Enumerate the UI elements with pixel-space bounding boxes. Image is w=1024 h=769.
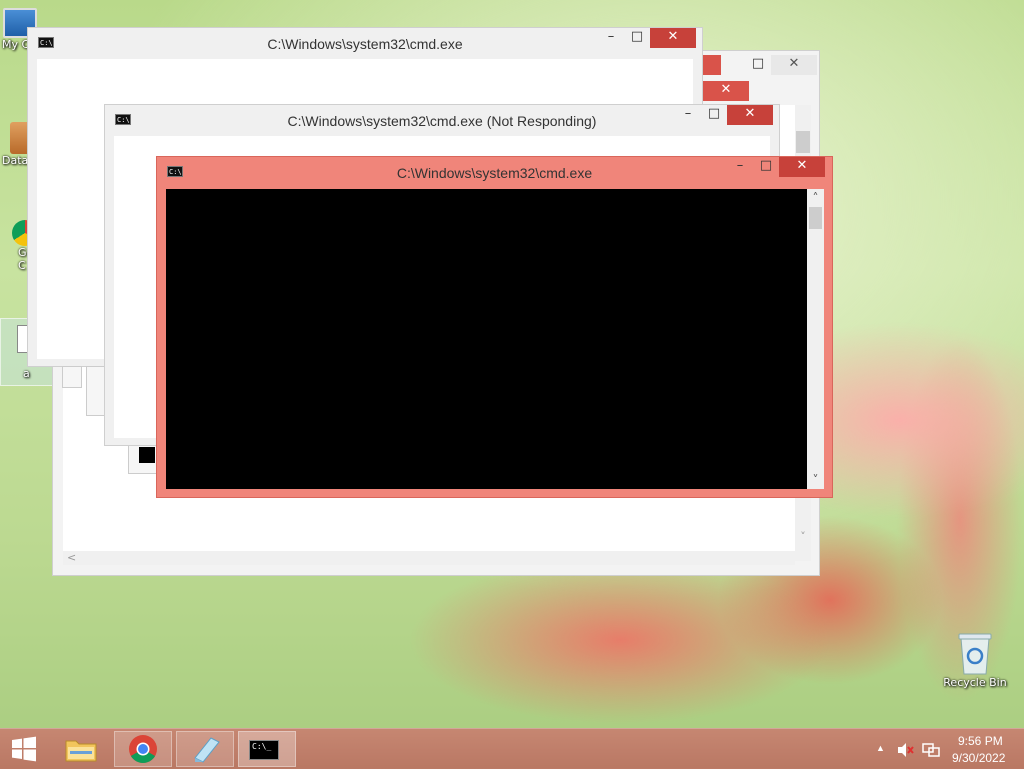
ghost-maximize-button[interactable]: □	[745, 55, 771, 75]
close-button[interactable]: ✕	[727, 105, 773, 125]
ghost-close-button[interactable]: ✕	[771, 55, 817, 75]
maximize-button[interactable]: □	[753, 157, 779, 177]
scroll-thumb[interactable]	[809, 207, 822, 229]
desktop-icon-recycle-bin[interactable]: Recycle Bin	[942, 630, 1008, 689]
cmd-window-active-titlebar[interactable]: C:\ C:\Windows\system32\cmd.exe – □ ✕	[157, 157, 832, 187]
minimize-button[interactable]: –	[598, 28, 624, 48]
volume-muted-icon[interactable]	[896, 742, 914, 758]
cmd-window-active[interactable]: C:\ C:\Windows\system32\cmd.exe – □ ✕ ˄ …	[156, 156, 833, 498]
clock-date[interactable]: 9/30/2022	[952, 751, 1005, 765]
console-scrollbar[interactable]: ˄ ˅	[807, 189, 824, 489]
ghost-scroll-thumb[interactable]	[796, 131, 810, 153]
taskbar-file-explorer[interactable]	[52, 731, 110, 767]
recycle-bin-label: Recycle Bin	[943, 676, 1007, 689]
notepad-icon	[194, 737, 220, 763]
cmd-icon: C:\_	[249, 740, 279, 760]
ghost-scroll-down[interactable]: ˅	[795, 530, 811, 543]
recycle-bin-icon	[958, 633, 992, 675]
ghost-close-red-right[interactable]	[703, 55, 721, 75]
windows-logo-icon	[12, 736, 36, 762]
minimize-button[interactable]: –	[675, 105, 701, 125]
close-button[interactable]: ✕	[650, 28, 696, 48]
ghost-scroll-left[interactable]: <	[67, 551, 76, 564]
console-output[interactable]	[166, 189, 807, 489]
ghost-close-button-2[interactable]: ✕	[703, 81, 749, 101]
desktop-icon-label: a	[23, 367, 30, 380]
taskbar-chrome[interactable]	[114, 731, 172, 767]
folder-icon	[65, 740, 97, 762]
close-button[interactable]: ✕	[779, 157, 825, 177]
minimize-button[interactable]: –	[727, 157, 753, 177]
show-hidden-icons-button[interactable]: ▲	[876, 743, 885, 753]
chrome-icon	[129, 735, 157, 763]
taskbar-cmd[interactable]: C:\_	[238, 731, 296, 767]
clock-time[interactable]: 9:56 PM	[958, 734, 1003, 748]
scroll-up-button[interactable]: ˄	[807, 191, 824, 205]
start-button[interactable]	[0, 731, 48, 767]
maximize-button[interactable]: □	[624, 28, 650, 48]
cmd-window-middle-titlebar[interactable]: C:\ C:\Windows\system32\cmd.exe (Not Res…	[105, 105, 779, 135]
network-icon[interactable]	[922, 742, 940, 758]
taskbar-notepad[interactable]	[176, 731, 234, 767]
scroll-down-button[interactable]: ˅	[807, 473, 824, 487]
cmd-window-back-titlebar[interactable]: C:\ C:\Windows\system32\cmd.exe – □ ✕	[28, 28, 702, 58]
ghost-frame-fragment	[62, 366, 82, 388]
maximize-button[interactable]: □	[701, 105, 727, 125]
ghost-hscrollbar[interactable]: <	[63, 551, 795, 565]
taskbar: C:\_ ▲ 9:56 PM 9/30/2022	[0, 728, 1024, 769]
